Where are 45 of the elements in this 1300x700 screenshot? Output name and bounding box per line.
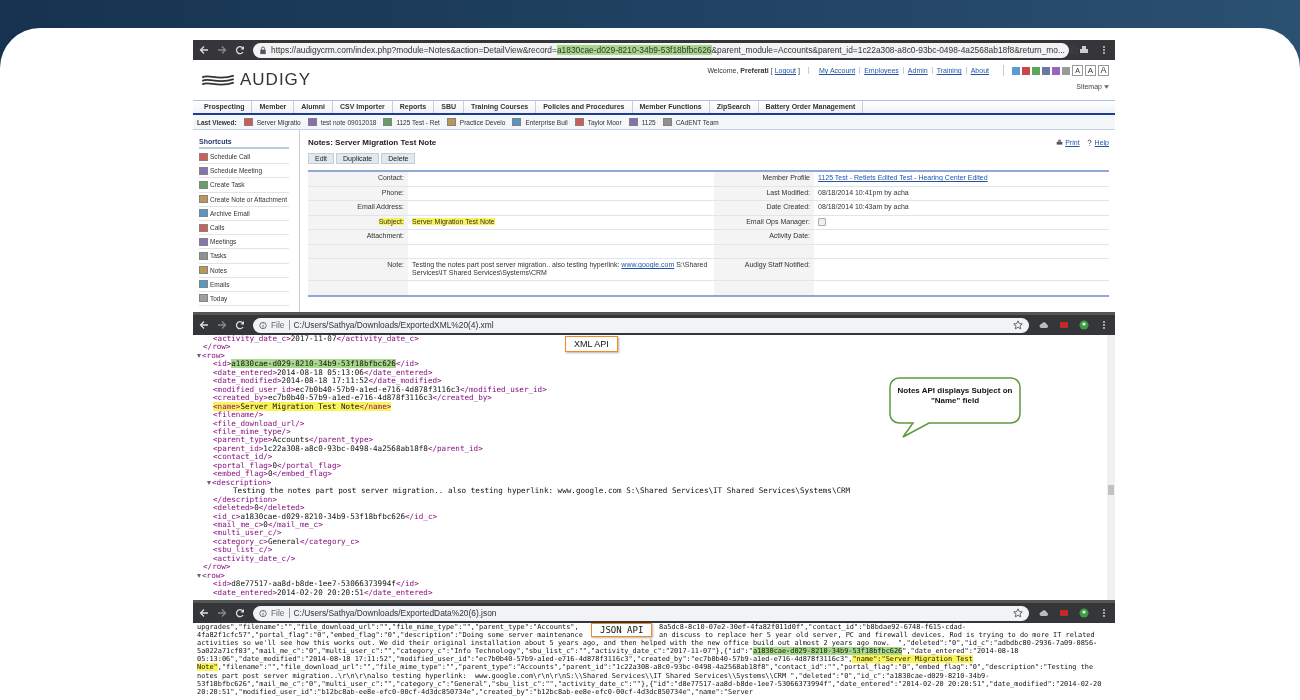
star-icon[interactable]	[1013, 608, 1023, 618]
info-icon[interactable]	[259, 320, 267, 330]
theme-swatch[interactable]	[1032, 66, 1040, 75]
expand-toggle[interactable]	[207, 480, 211, 485]
theme-swatch[interactable]	[1052, 66, 1060, 75]
back-icon[interactable]	[199, 608, 209, 618]
logo-text: AUDIGY	[240, 70, 312, 90]
reload-icon[interactable]	[235, 608, 245, 618]
font-size-button[interactable]: A	[1085, 65, 1096, 76]
cloud-icon[interactable]	[1039, 320, 1049, 330]
page-title: Notes: Server Migration Test Note	[308, 138, 437, 147]
cloud-icon[interactable]	[1039, 608, 1049, 618]
address-bar[interactable]: File C:/Users/Sathya/Downloads/ExportedData%20(6).json	[253, 605, 1029, 621]
printer-icon	[1056, 139, 1064, 146]
json-api-label: JSON API	[591, 623, 653, 638]
profile-avatar-icon[interactable]	[1079, 320, 1089, 330]
scrollbar-track[interactable]	[1107, 335, 1115, 600]
reload-icon[interactable]	[235, 45, 245, 55]
info-icon[interactable]	[259, 608, 267, 618]
forward-icon[interactable]	[217, 608, 227, 618]
back-icon[interactable]	[199, 320, 209, 330]
printer-icon[interactable]	[1079, 45, 1089, 55]
xml-api-label: XML API	[565, 336, 618, 352]
back-icon[interactable]	[199, 45, 209, 55]
reload-icon[interactable]	[235, 320, 245, 330]
theme-swatch[interactable]	[1062, 66, 1070, 75]
address-bar[interactable]: File C:/Users/Sathya/Downloads/ExportedXML%20(4).xml	[253, 317, 1029, 333]
theme-swatch[interactable]	[1012, 66, 1020, 75]
expand-toggle[interactable]	[197, 354, 201, 359]
checkbox[interactable]	[818, 217, 826, 226]
star-icon[interactable]	[1068, 45, 1079, 55]
forward-icon[interactable]	[217, 320, 227, 330]
theme-swatch[interactable]	[1022, 66, 1030, 75]
logo-waves-icon	[199, 73, 237, 87]
theme-swatch[interactable]	[1042, 66, 1050, 75]
caret-icon[interactable]	[1104, 85, 1109, 89]
forward-icon[interactable]	[217, 45, 227, 55]
expand-toggle[interactable]	[197, 573, 201, 578]
font-size-button[interactable]: A	[1098, 65, 1109, 76]
lock-icon[interactable]	[259, 45, 267, 55]
star-icon[interactable]	[1013, 320, 1023, 330]
scrollbar-thumb[interactable]	[1108, 485, 1114, 495]
help-icon	[1085, 139, 1093, 146]
profile-avatar-icon[interactable]	[1079, 608, 1089, 618]
speech-bubble: Notes API displays Subject on "Name" field	[889, 377, 1021, 439]
